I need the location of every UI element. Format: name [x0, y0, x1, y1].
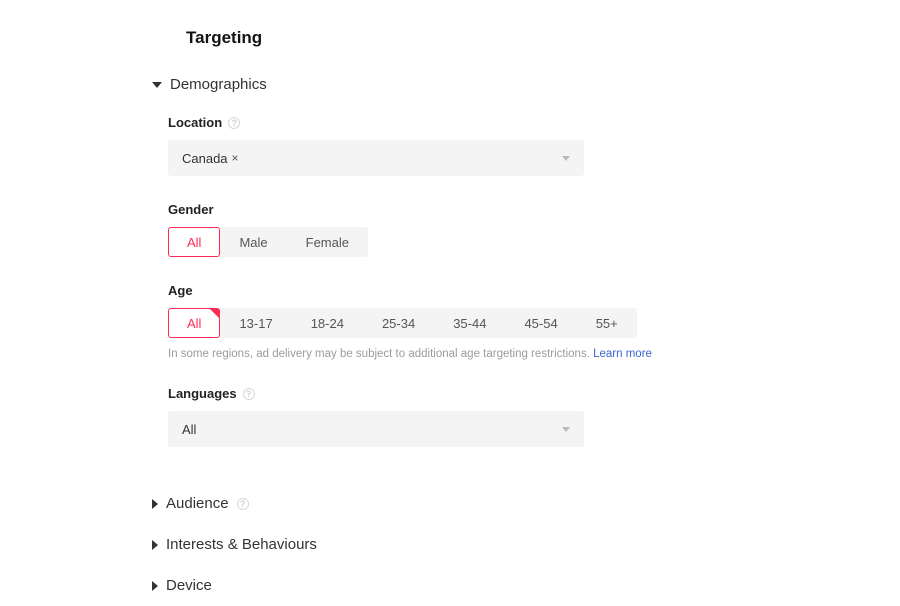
learn-more-link[interactable]: Learn more	[593, 348, 652, 360]
gender-label: Gender	[168, 202, 214, 217]
caret-right-icon	[152, 540, 158, 550]
gender-segmented-control: All Male Female	[168, 227, 368, 257]
age-option-25-34[interactable]: 25-34	[363, 308, 434, 338]
help-icon[interactable]: ?	[228, 117, 240, 129]
help-icon[interactable]: ?	[237, 498, 249, 510]
languages-select[interactable]: All	[168, 411, 584, 447]
age-segmented-control: All 13-17 18-24 25-34 35-44 45-54 55+	[168, 308, 637, 338]
location-label: Location	[168, 115, 222, 130]
caret-right-icon	[152, 581, 158, 591]
section-title-interests: Interests & Behaviours	[166, 536, 317, 553]
page-title: Targeting	[186, 28, 900, 48]
section-toggle-audience[interactable]: Audience ?	[152, 483, 900, 524]
age-option-all[interactable]: All	[168, 308, 220, 338]
help-icon[interactable]: ?	[243, 388, 255, 400]
languages-label: Languages	[168, 386, 237, 401]
age-hint: In some regions, ad delivery may be subj…	[168, 348, 900, 360]
age-option-45-54[interactable]: 45-54	[505, 308, 576, 338]
section-toggle-demographics[interactable]: Demographics	[152, 76, 900, 93]
section-title-audience: Audience	[166, 495, 229, 512]
location-tag-value: Canada	[182, 151, 228, 166]
age-option-55plus[interactable]: 55+	[577, 308, 637, 338]
age-label: Age	[168, 283, 193, 298]
section-toggle-interests[interactable]: Interests & Behaviours	[152, 524, 900, 565]
section-title-demographics: Demographics	[170, 76, 267, 93]
remove-tag-icon[interactable]: ×	[232, 151, 239, 165]
gender-option-all[interactable]: All	[168, 227, 220, 257]
caret-down-icon	[152, 82, 162, 88]
gender-option-male[interactable]: Male	[220, 227, 286, 257]
gender-option-female[interactable]: Female	[287, 227, 368, 257]
age-option-35-44[interactable]: 35-44	[434, 308, 505, 338]
caret-right-icon	[152, 499, 158, 509]
age-option-18-24[interactable]: 18-24	[292, 308, 363, 338]
languages-value: All	[182, 422, 196, 437]
chevron-down-icon	[562, 156, 570, 161]
age-option-13-17[interactable]: 13-17	[220, 308, 291, 338]
chevron-down-icon	[562, 427, 570, 432]
section-title-device: Device	[166, 577, 212, 594]
location-select[interactable]: Canada ×	[168, 140, 584, 176]
